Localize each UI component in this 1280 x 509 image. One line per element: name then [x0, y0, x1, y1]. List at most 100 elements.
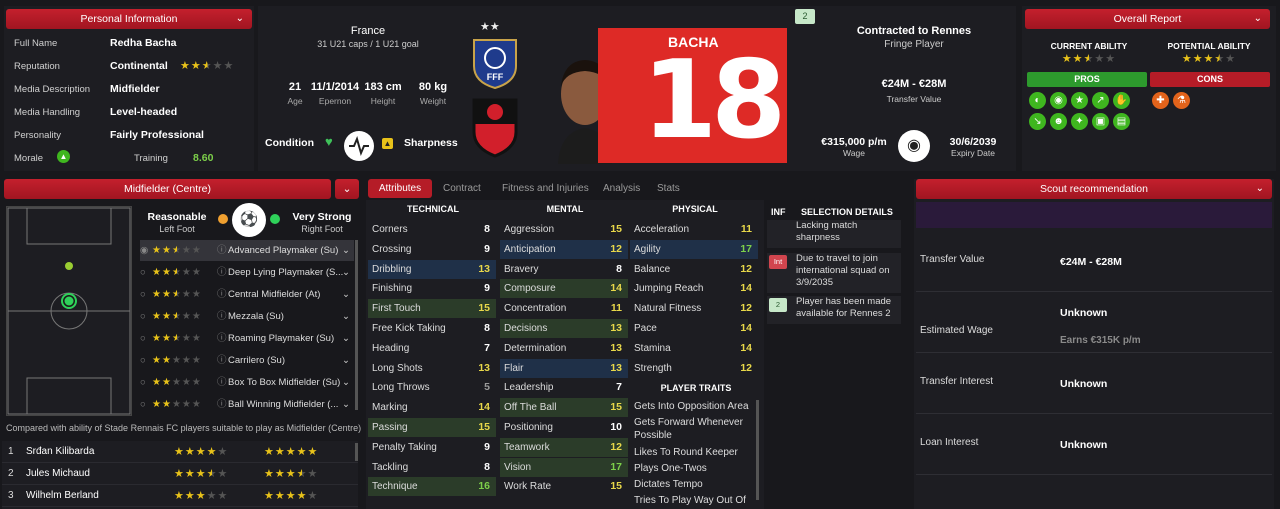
attribute-row[interactable]: Marking 14: [368, 398, 496, 417]
attribute-row[interactable]: Tackling 8: [368, 458, 496, 477]
attribute-row[interactable]: Bravery 8: [500, 260, 628, 279]
scout-header[interactable]: Scout recommendation ⌄: [916, 179, 1272, 199]
role-radio[interactable]: ○: [140, 350, 150, 371]
attribute-row[interactable]: Work Rate 15: [500, 477, 628, 496]
info-icon[interactable]: ⓘ: [217, 328, 227, 349]
attribute-row[interactable]: Aggression 15: [500, 220, 628, 239]
compare-scrollbar[interactable]: [355, 443, 358, 461]
attribute-row[interactable]: Composure 14: [500, 279, 628, 299]
attribute-row[interactable]: Decisions 13: [500, 319, 628, 338]
attribute-row[interactable]: Free Kick Taking 8: [368, 319, 496, 338]
role-radio[interactable]: ◉: [140, 240, 150, 261]
role-radio[interactable]: ○: [140, 284, 150, 305]
attribute-row[interactable]: Off The Ball 15: [500, 398, 628, 418]
chevron-down-icon[interactable]: ⌄: [1256, 179, 1264, 199]
chevron-down-icon[interactable]: ⌄: [342, 284, 350, 305]
attribute-row[interactable]: Natural Fitness 12: [630, 299, 758, 318]
con-injury-icon[interactable]: ✚: [1152, 92, 1169, 109]
traits-scrollbar[interactable]: [756, 400, 759, 500]
attribute-row[interactable]: Long Throws 5: [368, 378, 496, 397]
trait-item[interactable]: Plays One-Twos: [634, 462, 752, 475]
attribute-row[interactable]: Acceleration 11: [630, 220, 758, 239]
attribute-row[interactable]: Dribbling 13: [368, 259, 496, 279]
info-icon[interactable]: ⓘ: [217, 262, 227, 283]
attribute-row[interactable]: Corners 8: [368, 220, 496, 239]
pro-agility-icon[interactable]: ✦: [1071, 113, 1088, 130]
overall-report-header[interactable]: Overall Report ⌄: [1025, 9, 1270, 29]
attribute-row[interactable]: Jumping Reach 14: [630, 279, 758, 298]
role-row[interactable]: ○ ★★★★★ ⓘ Roaming Playmaker (Su) ⌄: [140, 328, 354, 349]
trait-item[interactable]: Gets Forward Whenever Possible: [634, 416, 752, 442]
info-icon[interactable]: ⓘ: [217, 372, 227, 393]
chevron-down-icon[interactable]: ⌄: [1254, 9, 1262, 29]
trait-item[interactable]: Tries To Play Way Out Of ...: [634, 494, 752, 505]
pro-pitch-icon[interactable]: ▤: [1113, 113, 1130, 130]
attribute-row[interactable]: Pace 14: [630, 319, 758, 338]
role-radio[interactable]: ○: [140, 262, 150, 283]
con-medical-icon[interactable]: ⚗: [1173, 92, 1190, 109]
attribute-row[interactable]: Crossing 9: [368, 240, 496, 259]
attribute-row[interactable]: Anticipation 12: [500, 239, 628, 259]
compare-row[interactable]: 2 Jules Michaud ★★★★★ ★★★★★: [2, 463, 358, 485]
pro-vision-icon[interactable]: ◉: [1050, 92, 1067, 109]
role-radio[interactable]: ○: [140, 372, 150, 393]
role-row[interactable]: ◉ ★★★★★ ⓘ Advanced Playmaker (Su) ⌄: [140, 240, 354, 261]
chevron-down-icon[interactable]: ⌄: [236, 9, 244, 29]
info-icon[interactable]: ⓘ: [217, 350, 227, 371]
attribute-row[interactable]: Vision 17: [500, 457, 628, 477]
role-radio[interactable]: ○: [140, 328, 150, 349]
pro-board-icon[interactable]: ▣: [1092, 113, 1109, 130]
role-row[interactable]: ○ ★★★★★ ⓘ Ball Winning Midfielder (... ⌄: [140, 394, 354, 415]
attribute-row[interactable]: Determination 13: [500, 339, 628, 358]
attribute-row[interactable]: Strength 12: [630, 359, 758, 378]
tab-stats[interactable]: Stats: [657, 179, 680, 198]
chevron-down-icon[interactable]: ⌄: [342, 394, 350, 415]
pro-trend-icon[interactable]: ↗: [1092, 92, 1109, 109]
attribute-row[interactable]: First Touch 15: [368, 299, 496, 319]
attribute-row[interactable]: Leadership 7: [500, 378, 628, 397]
roles-scrollbar[interactable]: [355, 240, 358, 410]
tab-attributes[interactable]: Attributes: [368, 179, 432, 198]
role-row[interactable]: ○ ★★★★★ ⓘ Carrilero (Su) ⌄: [140, 350, 354, 371]
chevron-down-icon[interactable]: ⌄: [342, 306, 350, 327]
attribute-row[interactable]: Concentration 11: [500, 299, 628, 318]
trait-item[interactable]: Likes To Round Keeper: [634, 446, 752, 459]
attribute-row[interactable]: Passing 15: [368, 418, 496, 437]
attribute-row[interactable]: Long Shots 13: [368, 359, 496, 378]
pro-hand-icon[interactable]: ✋: [1113, 92, 1130, 109]
pro-star-icon[interactable]: ★: [1071, 92, 1088, 109]
role-row[interactable]: ○ ★★★★★ ⓘ Box To Box Midfielder (Su) ⌄: [140, 372, 354, 393]
info-icon[interactable]: ⓘ: [217, 394, 227, 415]
attribute-row[interactable]: Technique 16: [368, 477, 496, 497]
position-header[interactable]: Midfielder (Centre): [4, 179, 331, 199]
trait-item[interactable]: Gets Into Opposition Area: [634, 400, 752, 413]
role-row[interactable]: ○ ★★★★★ ⓘ Central Midfielder (At) ⌄: [140, 284, 354, 305]
tab-contract[interactable]: Contract: [443, 179, 481, 198]
role-row[interactable]: ○ ★★★★★ ⓘ Deep Lying Playmaker (S... ⌄: [140, 262, 354, 283]
attribute-row[interactable]: Agility 17: [630, 239, 758, 259]
info-icon[interactable]: ⓘ: [217, 306, 227, 327]
attribute-row[interactable]: Stamina 14: [630, 339, 758, 358]
info-icon[interactable]: ⓘ: [217, 284, 227, 305]
pro-pass-icon[interactable]: ↘: [1029, 113, 1046, 130]
chevron-down-icon[interactable]: ⌄: [342, 240, 350, 261]
pro-team-icon[interactable]: ☻: [1050, 113, 1067, 130]
pro-dribbling-icon[interactable]: ◐: [1029, 92, 1046, 109]
attribute-row[interactable]: Teamwork 12: [500, 437, 628, 457]
role-radio[interactable]: ○: [140, 394, 150, 415]
attribute-row[interactable]: Penalty Taking 9: [368, 438, 496, 457]
chevron-down-icon[interactable]: ⌄: [342, 328, 350, 349]
chevron-down-icon[interactable]: ⌄: [342, 372, 350, 393]
personal-info-header[interactable]: Personal Information ⌄: [6, 9, 252, 29]
attribute-row[interactable]: Heading 7: [368, 339, 496, 358]
chevron-down-icon[interactable]: ⌄: [342, 262, 350, 283]
role-radio[interactable]: ○: [140, 306, 150, 327]
compare-row[interactable]: 1 Srđan Kilibarda ★★★★★ ★★★★★: [2, 441, 358, 463]
trait-item[interactable]: Dictates Tempo: [634, 478, 752, 491]
info-icon[interactable]: ⓘ: [217, 240, 227, 261]
role-row[interactable]: ○ ★★★★★ ⓘ Mezzala (Su) ⌄: [140, 306, 354, 327]
tab-analysis[interactable]: Analysis: [603, 179, 640, 198]
attribute-row[interactable]: Balance 12: [630, 260, 758, 279]
compare-row[interactable]: 3 Wilhelm Berland ★★★★★ ★★★★★: [2, 485, 358, 507]
attribute-row[interactable]: Finishing 9: [368, 279, 496, 298]
